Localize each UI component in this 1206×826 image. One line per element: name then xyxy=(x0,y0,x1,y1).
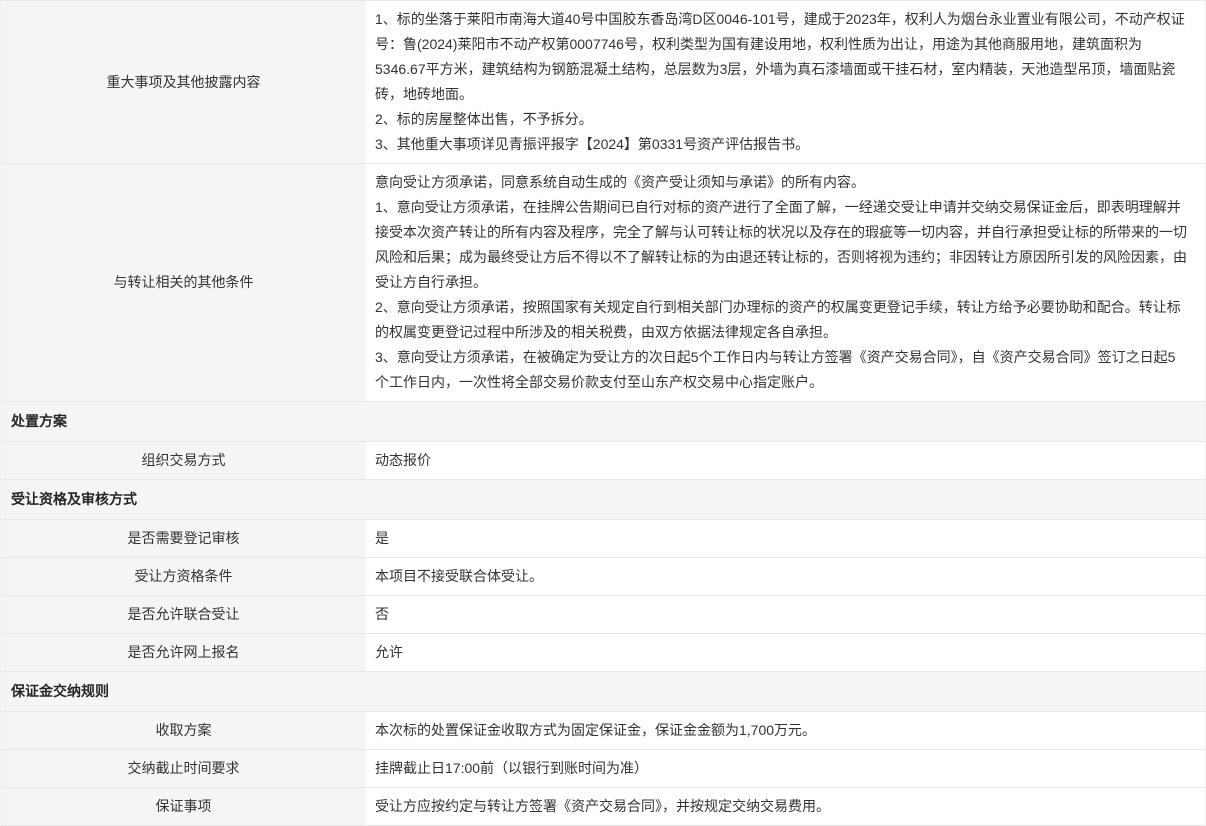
row-label: 交纳截止时间要求 xyxy=(1,750,366,787)
row-label: 保证事项 xyxy=(1,788,366,825)
row-value: 本项目不接受联合体受让。 xyxy=(366,558,1205,595)
section-header-transferee-qualification: 受让资格及审核方式 xyxy=(1,480,1205,520)
row-value: 本次标的处置保证金收取方式为固定保证金，保证金金额为1,700万元。 xyxy=(366,712,1205,749)
row-value: 动态报价 xyxy=(366,442,1205,479)
table-row-guarantee-matters: 保证事项 受让方应按约定与转让方签署《资产交易合同》，并按规定交纳交易费用。 xyxy=(1,788,1205,826)
table-row-major-matters: 重大事项及其他披露内容 1、标的坐落于莱阳市南海大道40号中国胶东香岛湾D区00… xyxy=(1,1,1205,164)
row-label: 与转让相关的其他条件 xyxy=(1,164,366,401)
row-value: 否 xyxy=(366,596,1205,633)
section-title: 保证金交纳规则 xyxy=(1,672,1205,711)
section-header-disposal-plan: 处置方案 xyxy=(1,402,1205,442)
section-header-deposit-rules: 保证金交纳规则 xyxy=(1,672,1205,712)
row-label: 收取方案 xyxy=(1,712,366,749)
section-title: 处置方案 xyxy=(1,402,1205,441)
row-value: 意向受让方须承诺，同意系统自动生成的《资产受让须知与承诺》的所有内容。 1、意向… xyxy=(366,164,1205,401)
table-row-transferee-conditions: 受让方资格条件 本项目不接受联合体受让。 xyxy=(1,558,1205,596)
row-value: 1、标的坐落于莱阳市南海大道40号中国胶东香岛湾D区0046-101号，建成于2… xyxy=(366,1,1205,163)
row-label: 受让方资格条件 xyxy=(1,558,366,595)
table-row-trade-method: 组织交易方式 动态报价 xyxy=(1,442,1205,480)
table-row-transfer-conditions: 与转让相关的其他条件 意向受让方须承诺，同意系统自动生成的《资产受让须知与承诺》… xyxy=(1,164,1205,402)
table-row-joint-transfer: 是否允许联合受让 否 xyxy=(1,596,1205,634)
row-value: 是 xyxy=(366,520,1205,557)
table-row-collection-plan: 收取方案 本次标的处置保证金收取方式为固定保证金，保证金金额为1,700万元。 xyxy=(1,712,1205,750)
section-title: 受让资格及审核方式 xyxy=(1,480,1205,519)
row-value: 受让方应按约定与转让方签署《资产交易合同》，并按规定交纳交易费用。 xyxy=(366,788,1205,825)
table-row-payment-deadline: 交纳截止时间要求 挂牌截止日17:00前（以银行到账时间为准） xyxy=(1,750,1205,788)
row-value: 允许 xyxy=(366,634,1205,671)
row-label: 是否允许联合受让 xyxy=(1,596,366,633)
row-value: 挂牌截止日17:00前（以银行到账时间为准） xyxy=(366,750,1205,787)
row-label: 组织交易方式 xyxy=(1,442,366,479)
row-label: 是否需要登记审核 xyxy=(1,520,366,557)
table-row-registration-review: 是否需要登记审核 是 xyxy=(1,520,1205,558)
row-label: 是否允许网上报名 xyxy=(1,634,366,671)
disclosure-table: 重大事项及其他披露内容 1、标的坐落于莱阳市南海大道40号中国胶东香岛湾D区00… xyxy=(0,0,1206,826)
row-label: 重大事项及其他披露内容 xyxy=(1,1,366,163)
table-row-online-signup: 是否允许网上报名 允许 xyxy=(1,634,1205,672)
